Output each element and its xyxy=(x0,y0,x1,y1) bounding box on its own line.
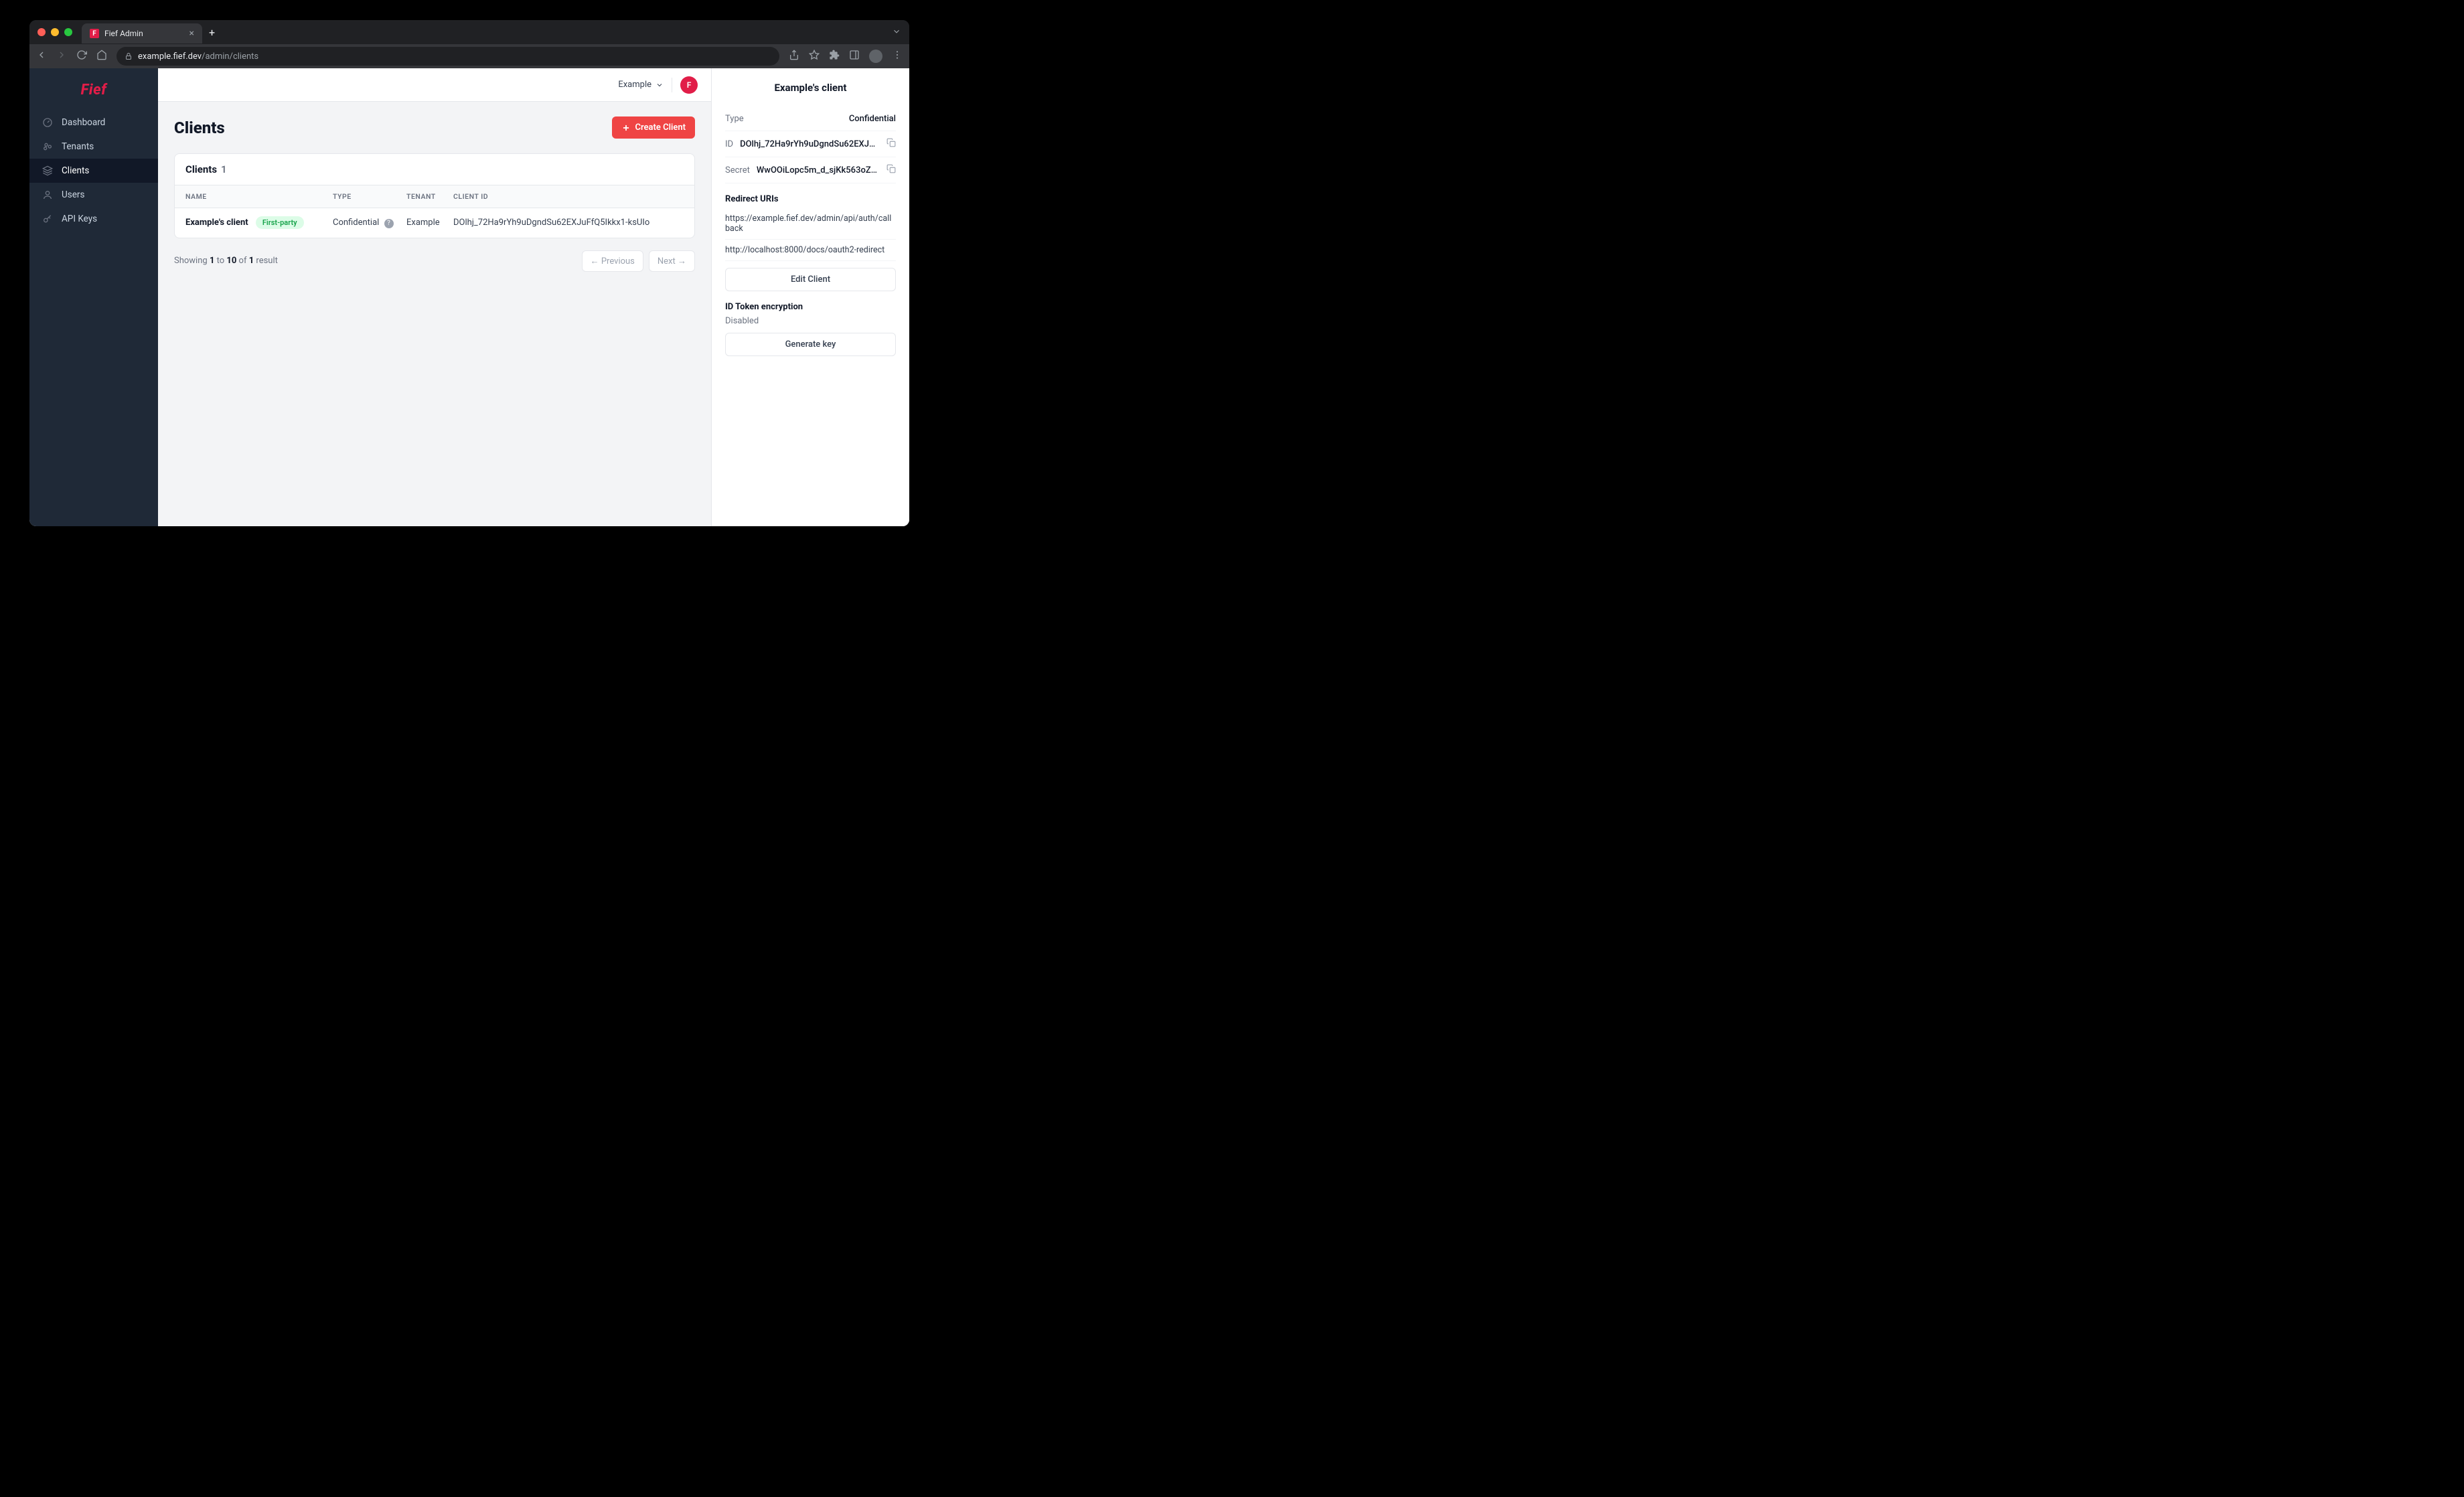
url-host: example.fief.dev xyxy=(138,52,202,62)
help-icon[interactable]: ? xyxy=(384,219,394,228)
redirect-uri: http://localhost:8000/docs/oauth2-redire… xyxy=(725,240,896,261)
kebab-menu-icon[interactable] xyxy=(892,50,903,63)
layers-icon xyxy=(42,165,54,177)
redirect-uri: https://example.fief.dev/admin/api/auth/… xyxy=(725,208,896,240)
sidebar-item-label: Users xyxy=(62,189,84,200)
detail-id-value: DOlhj_72Ha9rYh9uDgndSu62EXJuFfQ5I... xyxy=(740,139,880,149)
table-header: NAME TYPE TENANT CLIENT ID xyxy=(175,185,694,208)
url-path: /admin/clients xyxy=(202,52,258,62)
new-tab-button[interactable]: + xyxy=(209,26,215,39)
topbar: Example F xyxy=(158,68,711,102)
copy-id-icon[interactable] xyxy=(887,138,896,150)
chevron-down-icon xyxy=(656,81,664,89)
window-min-dot[interactable] xyxy=(51,28,59,36)
tab-title: Fief Admin xyxy=(104,29,143,38)
detail-type-label: Type xyxy=(725,114,744,124)
share-icon[interactable] xyxy=(789,50,799,63)
sidebar-item-label: Clients xyxy=(62,165,89,176)
favicon-icon: F xyxy=(90,29,99,38)
sidebar: Fief Dashboard Tenants Clients Users API… xyxy=(29,68,158,526)
edit-client-button[interactable]: Edit Client xyxy=(725,268,896,291)
card-title: Clients xyxy=(185,163,217,175)
copy-secret-icon[interactable] xyxy=(887,164,896,176)
token-encryption-label: ID Token encryption xyxy=(725,302,896,312)
pager-next-button[interactable]: Next → xyxy=(649,250,695,272)
panel-icon[interactable] xyxy=(849,50,860,63)
sidebar-item-label: API Keys xyxy=(62,214,97,224)
nav-home-icon[interactable] xyxy=(96,50,107,63)
plus-icon xyxy=(621,123,631,133)
row-name: Example's client xyxy=(185,218,248,228)
brand-logo: Fief xyxy=(29,78,158,110)
tab-close-icon[interactable]: × xyxy=(189,28,194,39)
nav-back-icon[interactable] xyxy=(36,50,47,63)
extensions-icon[interactable] xyxy=(829,50,840,63)
pager-prev-button[interactable]: ← Previous xyxy=(582,250,643,272)
building-icon xyxy=(42,141,54,153)
detail-id-label: ID xyxy=(725,139,733,149)
first-party-badge: First-party xyxy=(256,216,304,229)
window-max-dot[interactable] xyxy=(64,28,72,36)
browser-tab[interactable]: F Fief Admin × xyxy=(82,23,202,44)
window-close-dot[interactable] xyxy=(37,28,46,36)
key-icon xyxy=(42,213,54,225)
detail-type-value: Confidential xyxy=(849,114,896,124)
page-title: Clients xyxy=(174,119,225,137)
profile-avatar[interactable] xyxy=(869,50,882,63)
user-avatar[interactable]: F xyxy=(680,76,698,94)
tabs-chevron-icon[interactable] xyxy=(892,26,901,39)
row-tenant: Example xyxy=(406,218,453,228)
nav-reload-icon[interactable] xyxy=(76,50,87,63)
nav-forward-icon xyxy=(56,50,67,63)
sidebar-item-tenants[interactable]: Tenants xyxy=(29,135,158,159)
generate-key-button[interactable]: Generate key xyxy=(725,333,896,356)
user-icon xyxy=(42,189,54,201)
detail-secret-value: WwOOiLopc5m_d_sjKk563oZDnbJD... xyxy=(757,165,880,175)
gauge-icon xyxy=(42,116,54,129)
create-client-button[interactable]: Create Client xyxy=(612,116,695,139)
sidebar-item-label: Tenants xyxy=(62,141,94,152)
sidebar-item-apikeys[interactable]: API Keys xyxy=(29,207,158,231)
pager-status: Showing 1 to 10 of 1 result xyxy=(174,256,278,266)
detail-title: Example's client xyxy=(725,82,896,94)
tenant-selector[interactable]: Example xyxy=(618,80,664,90)
star-icon[interactable] xyxy=(809,50,820,63)
token-encryption-status: Disabled xyxy=(725,316,896,326)
redirect-uris-label: Redirect URIs xyxy=(725,194,896,204)
sidebar-item-dashboard[interactable]: Dashboard xyxy=(29,110,158,135)
browser-titlebar: F Fief Admin × + xyxy=(29,20,909,44)
url-input[interactable]: example.fief.dev/admin/clients xyxy=(117,47,779,66)
table-row[interactable]: Example's client First-party Confidentia… xyxy=(175,208,694,238)
row-client-id: DOlhj_72Ha9rYh9uDgndSu62EXJuFfQ5Ikkx1-ks… xyxy=(453,218,684,228)
tenant-name: Example xyxy=(618,80,651,90)
sidebar-item-clients[interactable]: Clients xyxy=(29,159,158,183)
sidebar-item-label: Dashboard xyxy=(62,117,105,128)
card-count: 1 xyxy=(221,163,227,175)
detail-panel: Example's client Type Confidential ID DO… xyxy=(711,68,909,526)
lock-icon xyxy=(125,52,133,60)
detail-secret-label: Secret xyxy=(725,165,750,175)
row-type: Confidential xyxy=(333,218,379,228)
clients-table-card: Clients 1 NAME TYPE TENANT CLIENT ID Exa… xyxy=(174,153,695,238)
sidebar-item-users[interactable]: Users xyxy=(29,183,158,207)
